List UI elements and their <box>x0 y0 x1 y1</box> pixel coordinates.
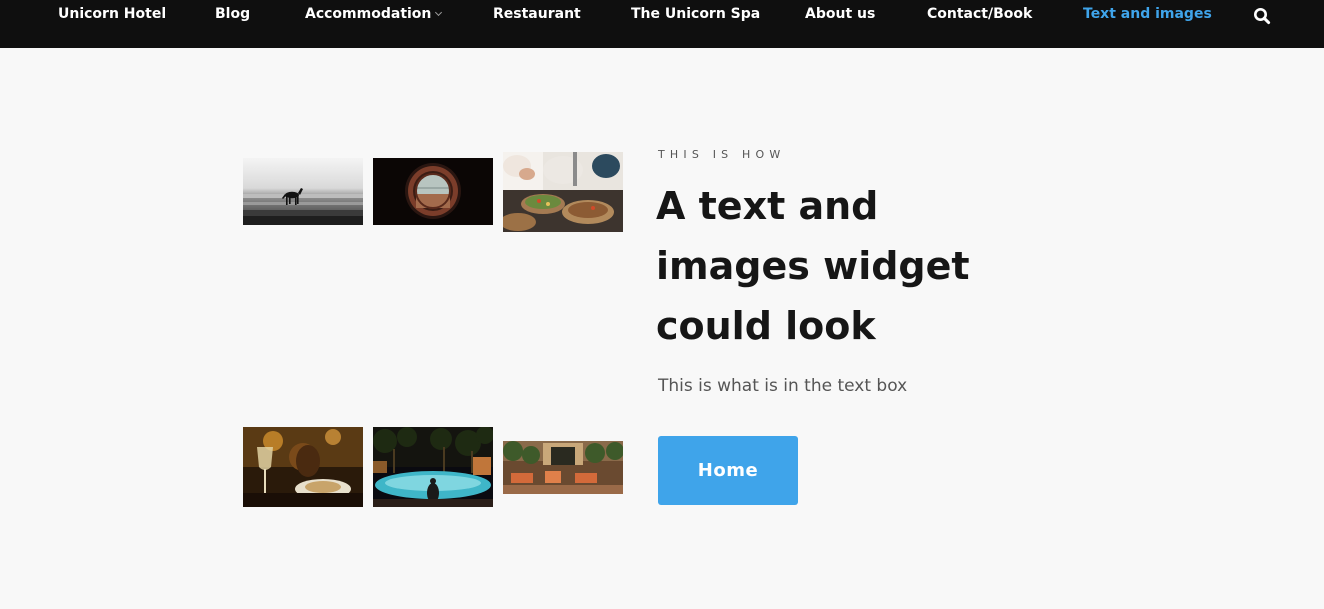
wine-glass-dinner-photo[interactable] <box>243 427 363 507</box>
nav-item-unicorn-hotel[interactable]: Unicorn Hotel <box>58 5 166 23</box>
porthole-window-photo[interactable] <box>373 158 493 225</box>
home-button[interactable]: Home <box>658 436 798 505</box>
nav-item-text-and-images[interactable]: Text and images <box>1083 5 1212 23</box>
nav-item-accommodation[interactable]: Accommodation <box>305 5 443 23</box>
chevron-down-icon[interactable] <box>435 8 443 17</box>
chef-plating-food-photo[interactable] <box>503 152 623 232</box>
nav-item-the-unicorn-spa[interactable]: The Unicorn Spa <box>631 5 760 23</box>
pool-at-night-photo[interactable] <box>373 427 493 507</box>
search-icon[interactable] <box>1253 7 1271 25</box>
nav-item-accommodation-label: Accommodation <box>305 6 432 22</box>
nav-item-about-us[interactable]: About us <box>805 5 875 23</box>
nav-item-blog[interactable]: Blog <box>215 5 250 23</box>
top-navigation-bar: Unicorn Hotel Blog Accommodation Restaur… <box>0 0 1324 48</box>
horse-on-beach-photo[interactable] <box>243 158 363 225</box>
nav-item-restaurant[interactable]: Restaurant <box>493 5 581 23</box>
courtyard-lounge-photo[interactable] <box>503 441 623 494</box>
body-text: This is what is in the text box <box>658 376 908 396</box>
section-heading: A text and images widget could look <box>656 184 970 348</box>
nav-item-contact-book[interactable]: Contact/Book <box>927 5 1032 23</box>
eyebrow-text: THIS IS HOW <box>658 148 786 161</box>
